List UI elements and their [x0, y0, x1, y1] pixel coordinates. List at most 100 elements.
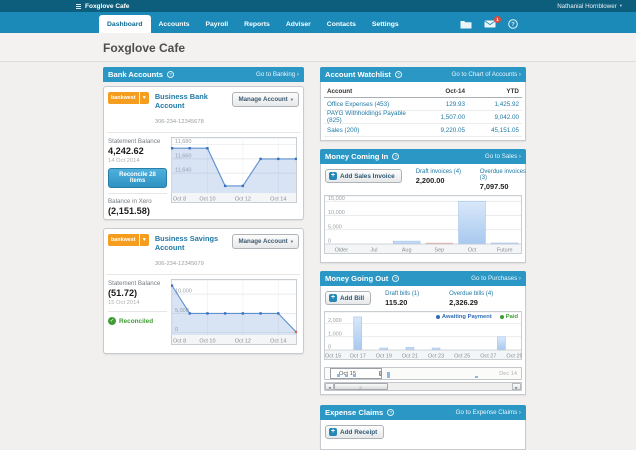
column-header-ytd: YTD	[465, 88, 519, 95]
chevron-down-icon: ▾	[291, 97, 293, 103]
scrollbar-thumb[interactable]: ≡	[334, 383, 388, 390]
watchlist-oct-value[interactable]: 9,220.05	[413, 127, 465, 134]
watchlist-row: PAYG Withholdings Payable (825) 1,507.00…	[324, 111, 522, 124]
svg-text:Oct 17: Oct 17	[350, 354, 366, 360]
scroll-right-arrow[interactable]: ▸	[512, 383, 521, 390]
heart-icon: ♥	[139, 92, 149, 104]
reconcile-button[interactable]: Reconcile 28 items	[108, 168, 167, 188]
svg-text:Oct 25: Oct 25	[454, 354, 470, 360]
watchlist-ytd-value[interactable]: 1,425.92	[465, 101, 519, 108]
account-name-link[interactable]: Business Bank Account	[155, 92, 233, 110]
minimap-bar	[475, 376, 478, 378]
top-bar: Foxglove Cafe Nathanial Hornblower ▾	[0, 0, 636, 12]
go-to-sales-link[interactable]: Go to Sales ›	[485, 153, 521, 160]
watchlist-account-link[interactable]: PAYG Withholdings Payable (825)	[327, 110, 413, 124]
manage-account-button[interactable]: Manage Account ▾	[232, 234, 299, 249]
nav-tab[interactable]: Adviser	[278, 16, 319, 33]
legend-item: Paid	[500, 314, 518, 320]
help-icon[interactable]: ?	[392, 153, 399, 160]
svg-text:Oct 10: Oct 10	[199, 197, 215, 203]
nav-tab[interactable]: Accounts	[151, 16, 198, 33]
go-to-purchases-link[interactable]: Go to Purchases ›	[471, 275, 521, 282]
minimap-bar	[345, 375, 348, 377]
statement-balance-value: 4,242.62	[108, 146, 167, 156]
go-to-banking-link[interactable]: Go to Banking ›	[256, 71, 299, 78]
statement-balance-value: (51.72)	[108, 288, 167, 298]
nav-icons: 1 ?	[460, 19, 526, 33]
files-folder-icon[interactable]	[460, 20, 472, 29]
go-to-chart-of-accounts-link[interactable]: Go to Chart of Accounts ›	[452, 71, 521, 78]
date-range-minimap[interactable]: Oct 15 Dec 14	[324, 367, 522, 380]
scroll-left-arrow[interactable]: ◂	[325, 383, 334, 390]
add-receipt-button[interactable]: + Add Receipt	[325, 425, 384, 439]
user-menu[interactable]: Nathanial Hornblower ▾	[557, 3, 622, 10]
bank-logo-text: bankwest	[108, 237, 139, 243]
help-icon[interactable]: ?	[508, 19, 518, 29]
panel-title: Expense Claims	[325, 408, 383, 417]
go-to-expense-claims-link[interactable]: Go to Expense Claims ›	[456, 409, 521, 416]
nav-bar: Dashboard Accounts Payroll Reports Advis…	[0, 12, 636, 33]
selection-drag-handle[interactable]	[379, 371, 382, 376]
horizontal-scrollbar[interactable]: ◂ ≡ ▸	[324, 382, 522, 391]
watchlist-oct-value[interactable]: 1,507.00	[413, 114, 465, 121]
stat-value: 115.20	[385, 298, 435, 307]
mail-badge: 1	[494, 16, 501, 23]
svg-text:Oct 29: Oct 29	[506, 354, 522, 360]
user-name: Nathanial Hornblower	[557, 3, 617, 10]
help-icon[interactable]: ?	[167, 71, 174, 78]
range-end-label: Dec 14	[499, 371, 517, 377]
nav-tab[interactable]: Payroll	[197, 16, 236, 33]
svg-text:11,680: 11,680	[175, 139, 191, 145]
add-sales-invoice-button[interactable]: + Add Sales Invoice	[325, 169, 402, 183]
stat: Overdue invoices (3) 7,097.50	[480, 169, 530, 191]
minimap-selection[interactable]: Oct 15	[330, 368, 382, 379]
xero-dashboard: Foxglove Cafe Nathanial Hornblower ▾ Das…	[0, 0, 636, 404]
expense-claims-panel: Expense Claims ? Go to Expense Claims › …	[320, 405, 526, 450]
watchlist-account-link[interactable]: Sales (200)	[327, 127, 413, 134]
minimap-bar	[353, 375, 356, 377]
stat-label-link[interactable]: Draft invoices (4)	[416, 169, 466, 175]
panel-title: Money Coming In	[325, 152, 388, 161]
account-watchlist-panel: Account Watchlist ? Go to Chart of Accou…	[320, 67, 526, 141]
account-name-link[interactable]: Business Savings Account	[155, 234, 233, 252]
plus-icon: +	[329, 172, 337, 180]
money-coming-in-panel: Money Coming In ? Go to Sales › + Add Sa…	[320, 149, 526, 263]
page-title: Foxglove Cafe	[103, 33, 526, 61]
svg-text:0: 0	[328, 345, 331, 351]
menu-icon[interactable]	[76, 4, 81, 9]
panel-title: Money Going Out	[325, 274, 388, 283]
stat-label-link[interactable]: Overdue bills (4)	[449, 291, 499, 297]
stat-value: 7,097.50	[480, 182, 530, 191]
help-icon[interactable]: ?	[387, 409, 394, 416]
svg-text:0: 0	[328, 239, 331, 245]
statement-date: 14 Oct 2014	[108, 158, 167, 164]
stat-label-link[interactable]: Overdue invoices (3)	[480, 169, 530, 181]
manage-account-button[interactable]: Manage Account ▾	[232, 92, 299, 107]
svg-text:1,000: 1,000	[328, 331, 342, 337]
watchlist-ytd-value[interactable]: 45,151.05	[465, 127, 519, 134]
svg-text:Sep: Sep	[434, 248, 444, 254]
watchlist-header-row: Account Oct-14 YTD	[324, 85, 522, 98]
stat: Draft bills (1) 115.20	[385, 291, 435, 307]
watchlist-account-link[interactable]: Office Expenses (453)	[327, 101, 413, 108]
account-stats: Statement Balance 4,242.62 14 Oct 2014 R…	[107, 137, 171, 216]
watchlist-ytd-value[interactable]: 9,042.00	[465, 114, 519, 121]
chart-legend: Awaiting PaymentPaid	[436, 314, 518, 320]
help-icon[interactable]: ?	[395, 71, 402, 78]
org-name[interactable]: Foxglove Cafe	[85, 3, 129, 10]
account-number: 306-234-12345678	[155, 119, 204, 125]
bank-statement-chart: 11,64011,66011,680Oct 8Oct 10Oct 12Oct 1…	[171, 137, 297, 203]
stat-label-link[interactable]: Draft bills (1)	[385, 291, 435, 297]
nav-tab[interactable]: Contacts	[319, 16, 364, 33]
minimap-bar	[337, 374, 340, 377]
column-header-account: Account	[327, 88, 413, 95]
nav-tab[interactable]: Settings	[364, 16, 407, 33]
account-number: 306-234-12345679	[155, 261, 204, 267]
mail-icon[interactable]: 1	[484, 20, 496, 28]
svg-text:Oct 27: Oct 27	[480, 354, 496, 360]
nav-tab[interactable]: Dashboard	[99, 15, 151, 33]
watchlist-oct-value[interactable]: 129.93	[413, 101, 465, 108]
add-bill-button[interactable]: + Add Bill	[325, 291, 371, 305]
nav-tab[interactable]: Reports	[236, 16, 278, 33]
help-icon[interactable]: ?	[392, 275, 399, 282]
